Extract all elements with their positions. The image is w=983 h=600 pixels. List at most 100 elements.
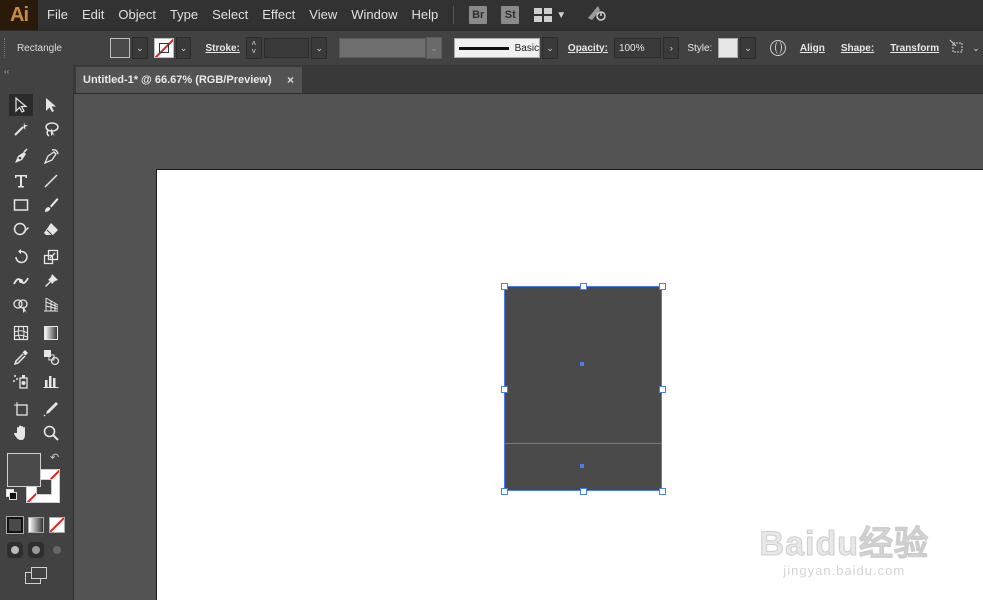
stroke-weight-stepper[interactable]: ˄ ˅ [245, 37, 262, 59]
draw-normal-icon [11, 546, 19, 554]
slice-tool[interactable] [39, 398, 63, 420]
width-tool[interactable] [9, 270, 33, 292]
rectangle-tool[interactable] [9, 194, 33, 216]
scale-tool[interactable] [39, 246, 63, 268]
hand-tool[interactable] [9, 422, 33, 444]
shape-panel-link[interactable]: Shape: [841, 43, 874, 54]
isolate-selected-icon[interactable] [949, 39, 967, 57]
menu-help[interactable]: Help [404, 0, 445, 30]
draw-normal-button[interactable] [7, 542, 23, 558]
resize-handle-bottom-right[interactable] [659, 488, 666, 495]
resize-handle-bottom[interactable] [580, 488, 587, 495]
resize-handle-bottom-left[interactable] [501, 488, 508, 495]
draw-behind-button[interactable] [28, 542, 44, 558]
resize-handle-right[interactable] [659, 386, 666, 393]
document-tab[interactable]: Untitled-1* @ 66.67% (RGB/Preview) × [76, 67, 302, 93]
artboard-tool[interactable] [9, 398, 33, 420]
menu-type[interactable]: Type [163, 0, 205, 30]
brush-definition[interactable]: Basic [454, 38, 541, 58]
collapse-panel-icon[interactable]: ‹‹ [0, 65, 73, 78]
gradient-tool[interactable] [39, 322, 63, 344]
align-panel-link[interactable]: Align [800, 43, 825, 54]
menu-window[interactable]: Window [344, 0, 404, 30]
lasso-tool[interactable] [39, 118, 63, 140]
mesh-tool[interactable] [9, 322, 33, 344]
chevron-down-icon: ▼ [556, 9, 567, 21]
resize-handle-top[interactable] [580, 283, 587, 290]
stroke-swatch[interactable] [153, 38, 174, 58]
resize-handle-left[interactable] [501, 386, 508, 393]
control-bar-menu[interactable]: ⌄ [969, 38, 983, 58]
default-fill-stroke-icon[interactable] [6, 489, 17, 500]
curvature-tool[interactable] [39, 146, 63, 168]
shape-builder-tool[interactable] [9, 294, 33, 316]
shaper-tool[interactable] [9, 218, 33, 240]
selection-tool[interactable] [9, 94, 33, 116]
draw-inside-button[interactable] [49, 542, 65, 558]
line-segment-tool[interactable] [39, 170, 63, 192]
menu-select[interactable]: Select [205, 0, 255, 30]
stroke-weight-dropdown[interactable]: ⌄ [311, 37, 328, 59]
symbol-sprayer-tool[interactable] [9, 370, 33, 392]
fill-dropdown[interactable]: ⌄ [131, 37, 148, 59]
chevron-down-icon: ⌄ [179, 42, 188, 53]
recolor-artwork-icon[interactable] [770, 40, 786, 56]
chevron-down-icon: ˅ [251, 47, 257, 56]
graphic-style-swatch[interactable] [718, 38, 739, 58]
paintbrush-tool[interactable] [39, 194, 63, 216]
zoom-tool[interactable] [39, 422, 63, 444]
opacity-input[interactable]: 100% [613, 38, 662, 58]
fill-swatch[interactable] [110, 38, 130, 58]
change-screen-mode-button[interactable] [25, 567, 47, 585]
menu-object[interactable]: Object [111, 0, 163, 30]
resize-handle-top-right[interactable] [659, 283, 666, 290]
resize-handle-top-left[interactable] [501, 283, 508, 290]
opacity-slider-button[interactable]: › [663, 37, 680, 59]
brush-dropdown[interactable]: ⌄ [542, 37, 558, 59]
bridge-button[interactable]: Br [469, 6, 488, 24]
eraser-tool[interactable] [39, 218, 63, 240]
fill-color-box[interactable] [7, 453, 41, 487]
transform-panel-link[interactable]: Transform [890, 43, 939, 54]
close-tab-icon[interactable]: × [287, 73, 294, 87]
direct-selection-tool[interactable] [39, 94, 63, 116]
gpu-performance-icon[interactable] [586, 4, 608, 27]
graphic-style-dropdown[interactable]: ⌄ [740, 37, 756, 59]
lasso-icon [45, 122, 59, 137]
menu-view[interactable]: View [302, 0, 344, 30]
stock-button[interactable]: St [501, 6, 520, 24]
eyedropper-tool[interactable] [9, 346, 33, 368]
blend-tool[interactable] [39, 346, 63, 368]
menu-edit[interactable]: Edit [75, 0, 111, 30]
column-graph-tool[interactable] [39, 370, 63, 392]
magic-wand-icon [14, 122, 28, 136]
menu-file[interactable]: File [40, 0, 75, 30]
app-logo-text: Ai [10, 3, 29, 26]
perspective-grid-tool[interactable] [39, 294, 63, 316]
stroke-weight-input[interactable] [263, 38, 310, 58]
stroke-label[interactable]: Stroke: [205, 43, 239, 54]
chevron-down-icon: ⌄ [430, 42, 438, 53]
stroke-color-dropdown[interactable]: ⌄ [175, 37, 192, 59]
puppet-warp-tool[interactable] [39, 270, 63, 292]
chevron-down-icon: ⌄ [972, 42, 980, 53]
color-mode-button[interactable] [7, 517, 23, 533]
swap-fill-stroke-icon[interactable]: ↶ [50, 451, 59, 464]
opacity-label[interactable]: Opacity: [568, 43, 608, 54]
canvas-area[interactable]: Baidu经验 jingyan.baidu.com [74, 94, 983, 600]
tool-row [0, 245, 73, 269]
blend-icon [44, 350, 60, 366]
pen-tool[interactable] [9, 146, 33, 168]
curvature-pen-icon [43, 149, 59, 165]
arrange-documents-button[interactable]: ▼ [534, 8, 566, 22]
tool-row [0, 117, 73, 141]
tool-row [0, 293, 73, 317]
style-label: Style: [687, 42, 713, 54]
rotate-tool[interactable] [9, 246, 33, 268]
gradient-mode-button[interactable] [28, 517, 44, 533]
tool-row [0, 345, 73, 369]
magic-wand-tool[interactable] [9, 118, 33, 140]
type-tool[interactable] [9, 170, 33, 192]
none-mode-button[interactable] [49, 517, 65, 533]
menu-effect[interactable]: Effect [255, 0, 302, 30]
